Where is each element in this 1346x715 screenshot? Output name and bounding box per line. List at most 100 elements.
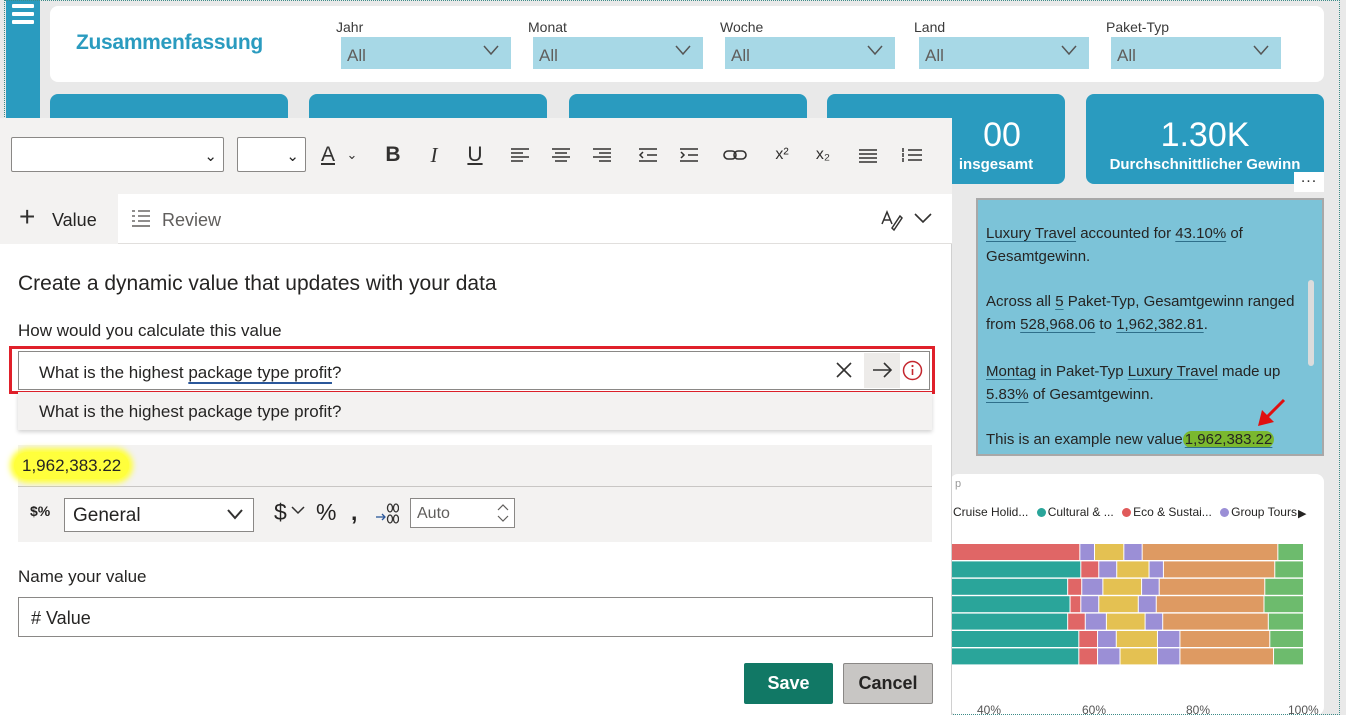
bar-segment[interactable] xyxy=(1070,596,1081,613)
bar-segment[interactable] xyxy=(1079,631,1098,647)
chevron-down-icon[interactable] xyxy=(291,505,305,515)
bar-segment[interactable] xyxy=(1068,578,1082,595)
legend-item[interactable]: Cruise Holid... xyxy=(953,505,1028,519)
chevron-down-icon[interactable] xyxy=(913,211,933,225)
scrollbar-thumb[interactable] xyxy=(1308,280,1314,366)
slicer-dropdown[interactable]: All xyxy=(341,37,511,69)
bar-segment[interactable] xyxy=(1079,648,1098,665)
underline-button[interactable]: U xyxy=(464,142,486,168)
bold-button[interactable]: B xyxy=(382,142,404,168)
align-right-icon[interactable] xyxy=(591,142,613,168)
bar-segment[interactable] xyxy=(1124,544,1142,560)
legend-item[interactable]: Group Tours xyxy=(1220,505,1297,519)
superscript-icon[interactable]: x² xyxy=(772,142,792,168)
slicer-week[interactable]: Woche All xyxy=(719,19,895,69)
slicer-dropdown[interactable]: All xyxy=(533,37,703,69)
legend-item[interactable]: Eco & Sustai... xyxy=(1122,505,1212,519)
more-options-button[interactable]: ... xyxy=(1294,170,1324,192)
bar-segment[interactable] xyxy=(1117,561,1149,578)
decimal-increase-icon[interactable] xyxy=(375,501,399,525)
tab-value[interactable]: + Value xyxy=(0,194,118,244)
format-select[interactable]: General xyxy=(64,498,254,532)
bar-segment[interactable] xyxy=(952,631,1079,647)
bar-segment[interactable] xyxy=(1120,648,1157,665)
bar-segment[interactable] xyxy=(1157,631,1180,647)
slicer-month[interactable]: Monat All xyxy=(527,19,703,69)
font-family-select[interactable]: ⌄ xyxy=(11,137,224,172)
bar-segment[interactable] xyxy=(1138,596,1156,613)
bar-segment[interactable] xyxy=(1081,561,1099,578)
bar-segment[interactable] xyxy=(1163,561,1275,578)
bar-segment[interactable] xyxy=(952,613,1068,630)
font-color-button[interactable]: A xyxy=(318,142,338,168)
bar-segment[interactable] xyxy=(1268,613,1303,630)
bar-segment[interactable] xyxy=(1095,544,1124,560)
align-center-icon[interactable] xyxy=(550,142,572,168)
bar-segment[interactable] xyxy=(1270,631,1303,647)
spinner-arrows-icon[interactable] xyxy=(496,501,510,525)
bar-segment[interactable] xyxy=(1085,613,1106,630)
italic-button[interactable]: I xyxy=(424,142,444,168)
bar-segment[interactable] xyxy=(1264,596,1303,613)
currency-button[interactable]: $ xyxy=(274,499,287,526)
bar-segment[interactable] xyxy=(1180,648,1274,665)
align-left-icon[interactable] xyxy=(509,142,531,168)
chevron-down-icon[interactable]: ⌄ xyxy=(344,142,360,168)
bar-segment[interactable] xyxy=(952,578,1068,595)
slicer-year[interactable]: Jahr All xyxy=(335,19,511,69)
subscript-icon[interactable]: x₂ xyxy=(813,142,833,168)
bar-segment[interactable] xyxy=(1116,631,1157,647)
bar-segment[interactable] xyxy=(1275,561,1303,578)
bar-segment[interactable] xyxy=(1145,613,1163,630)
bar-segment[interactable] xyxy=(1142,544,1278,560)
bar-segment[interactable] xyxy=(1156,596,1264,613)
bullet-list-icon[interactable] xyxy=(856,142,880,168)
bar-segment[interactable] xyxy=(1098,648,1120,665)
bar-segment[interactable] xyxy=(1099,561,1117,578)
bar-segment[interactable] xyxy=(1180,631,1270,647)
numbered-list-icon[interactable] xyxy=(900,142,924,168)
bar-segment[interactable] xyxy=(952,544,1080,560)
percent-button[interactable]: % xyxy=(316,499,336,526)
bar-segment[interactable] xyxy=(1159,578,1265,595)
bar-segment[interactable] xyxy=(1149,561,1163,578)
legend-next-icon[interactable]: ▶ xyxy=(1298,507,1306,520)
bar-segment[interactable] xyxy=(1278,544,1303,560)
bar-segment[interactable] xyxy=(1080,544,1094,560)
query-suggestion[interactable]: What is the highest package type profit? xyxy=(18,392,932,430)
bar-segment[interactable] xyxy=(1106,613,1145,630)
dynamic-value-token[interactable]: 1,962,383.22 xyxy=(1182,431,1275,448)
bar-segment[interactable] xyxy=(1103,578,1142,595)
outdent-icon[interactable] xyxy=(637,142,659,168)
bar-segment[interactable] xyxy=(1081,596,1099,613)
bar-segment[interactable] xyxy=(952,561,1081,578)
tab-review[interactable]: Review xyxy=(118,194,238,244)
bar-segment[interactable] xyxy=(952,648,1079,665)
bar-segment[interactable] xyxy=(1265,578,1303,595)
slicer-country[interactable]: Land All xyxy=(913,19,1089,69)
bar-segment[interactable] xyxy=(1082,578,1103,595)
spellcheck-icon[interactable] xyxy=(880,208,904,232)
legend-item[interactable]: Cultural & ... xyxy=(1036,505,1114,519)
cancel-button[interactable]: Cancel xyxy=(843,663,933,704)
slicer-dropdown[interactable]: All xyxy=(919,37,1089,69)
bar-segment[interactable] xyxy=(1163,613,1268,630)
link-icon[interactable] xyxy=(722,142,748,168)
slicer-dropdown[interactable]: All xyxy=(725,37,895,69)
comma-style-button[interactable]: , xyxy=(351,499,357,526)
decimal-places-spinner[interactable]: Auto xyxy=(410,498,515,528)
bar-segment[interactable] xyxy=(952,596,1070,613)
save-button[interactable]: Save xyxy=(744,663,833,704)
bar-segment[interactable] xyxy=(1098,631,1116,647)
bar-segment[interactable] xyxy=(1068,613,1085,630)
bar-segment[interactable] xyxy=(1099,596,1138,613)
slicer-dropdown[interactable]: All xyxy=(1111,37,1281,69)
slicer-package-type[interactable]: Paket-Typ All xyxy=(1105,19,1281,69)
bar-segment[interactable] xyxy=(1157,648,1180,665)
indent-icon[interactable] xyxy=(678,142,700,168)
hamburger-menu-icon[interactable] xyxy=(12,4,34,26)
font-size-select[interactable]: ⌄ xyxy=(237,137,306,172)
bar-segment[interactable] xyxy=(1274,648,1303,665)
value-name-input[interactable]: # Value xyxy=(18,597,933,637)
bar-segment[interactable] xyxy=(1142,578,1159,595)
